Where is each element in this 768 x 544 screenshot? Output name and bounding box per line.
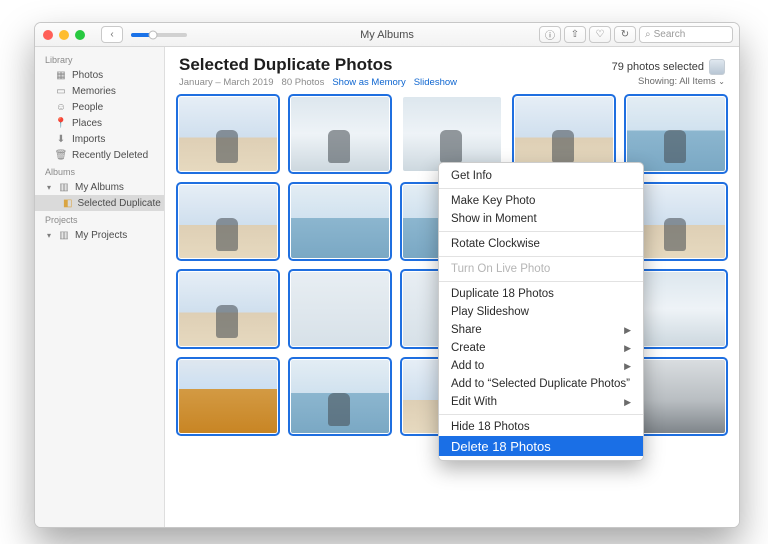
menu-item-show-in-moment[interactable]: Show in Moment <box>439 210 643 228</box>
menu-item-create[interactable]: Create▶ <box>439 339 643 357</box>
menu-separator <box>439 281 643 282</box>
photo-thumb[interactable] <box>179 272 277 346</box>
titlebar: ‹ My Albums ⓘ ⇧ ♡ ↻ ⌕ Search <box>35 23 739 47</box>
places-icon: 📍 <box>55 117 67 129</box>
photo-thumb[interactable] <box>627 97 725 171</box>
rotate-icon: ↻ <box>621 29 629 40</box>
sidebar-group-projects: Projects <box>35 211 164 227</box>
sidebar-item-imports[interactable]: ⬇Imports <box>35 131 164 147</box>
photo-thumb[interactable] <box>291 185 389 259</box>
zoom-slider[interactable] <box>131 33 187 37</box>
photo-thumb[interactable] <box>291 97 389 171</box>
sidebar-group-library: Library <box>35 51 164 67</box>
folder-icon: ▥ <box>58 181 70 193</box>
chevron-down-icon: ⌄ <box>718 77 725 86</box>
menu-separator <box>439 414 643 415</box>
folder-icon: ▥ <box>58 229 70 241</box>
window-title: My Albums <box>360 29 414 41</box>
favorite-button[interactable]: ♡ <box>589 26 611 43</box>
people-icon: ☺ <box>55 101 67 113</box>
toolbar-right: ⓘ ⇧ ♡ ↻ ⌕ Search <box>539 26 739 43</box>
photo-count: 80 Photos <box>282 77 325 88</box>
sidebar-item-memories[interactable]: ▭Memories <box>35 83 164 99</box>
sidebar-item-photos[interactable]: ▦Photos <box>35 67 164 83</box>
menu-item-play-slideshow[interactable]: Play Slideshow <box>439 303 643 321</box>
photo-thumb[interactable] <box>179 185 277 259</box>
show-as-memory-link[interactable]: Show as Memory <box>332 77 405 88</box>
zoom-slider-knob[interactable] <box>149 30 158 39</box>
maximize-window-button[interactable] <box>75 30 85 40</box>
menu-separator <box>439 231 643 232</box>
menu-item-add-to-album[interactable]: Add to “Selected Duplicate Photos” <box>439 375 643 393</box>
menu-item-make-key-photo[interactable]: Make Key Photo <box>439 192 643 210</box>
content-header: Selected Duplicate Photos 79 photos sele… <box>179 55 725 75</box>
search-placeholder: Search <box>654 29 686 40</box>
date-range: January – March 2019 <box>179 77 274 88</box>
photo-thumb[interactable] <box>403 97 501 171</box>
photo-thumb[interactable] <box>179 360 277 434</box>
chevron-left-icon: ‹ <box>110 29 113 40</box>
menu-item-add-to[interactable]: Add to▶ <box>439 357 643 375</box>
close-window-button[interactable] <box>43 30 53 40</box>
info-icon: ⓘ <box>545 27 555 42</box>
avatar[interactable] <box>709 59 725 75</box>
sidebar-item-recently-deleted[interactable]: 🗑Recently Deleted <box>35 147 164 163</box>
chevron-right-icon: ▶ <box>624 361 631 372</box>
menu-item-duplicate[interactable]: Duplicate 18 Photos <box>439 285 643 303</box>
photo-thumb[interactable] <box>515 97 613 171</box>
share-button[interactable]: ⇧ <box>564 26 586 43</box>
menu-item-edit-with[interactable]: Edit With▶ <box>439 393 643 411</box>
sidebar-item-my-projects[interactable]: ▾▥My Projects <box>35 227 164 243</box>
sidebar-group-albums: Albums <box>35 163 164 179</box>
search-input[interactable]: ⌕ Search <box>639 26 733 43</box>
rotate-button[interactable]: ↻ <box>614 26 636 43</box>
photo-thumb[interactable] <box>179 97 277 171</box>
sidebar-item-selected-duplicate-photos[interactable]: ◧Selected Duplicate Photos <box>35 195 164 211</box>
menu-separator <box>439 188 643 189</box>
sidebar-item-my-albums[interactable]: ▾▥My Albums <box>35 179 164 195</box>
slideshow-link[interactable]: Slideshow <box>414 77 457 88</box>
selection-count: 79 photos selected <box>612 59 725 75</box>
memories-icon: ▭ <box>55 85 67 97</box>
menu-item-rotate-clockwise[interactable]: Rotate Clockwise <box>439 235 643 253</box>
menu-item-turn-on-live-photo: Turn On Live Photo <box>439 260 643 278</box>
menu-separator <box>439 256 643 257</box>
imports-icon: ⬇ <box>55 133 67 145</box>
menu-item-delete[interactable]: Delete 18 Photos <box>439 436 643 456</box>
photo-thumb[interactable] <box>291 360 389 434</box>
menu-item-share[interactable]: Share▶ <box>439 321 643 339</box>
photo-thumb[interactable] <box>291 272 389 346</box>
menu-item-get-info[interactable]: Get Info <box>439 167 643 185</box>
sidebar-item-places[interactable]: 📍Places <box>35 115 164 131</box>
minimize-window-button[interactable] <box>59 30 69 40</box>
photos-icon: ▦ <box>55 69 67 81</box>
chevron-right-icon: ▶ <box>624 397 631 408</box>
back-button[interactable]: ‹ <box>101 26 123 43</box>
sidebar-item-people[interactable]: ☺People <box>35 99 164 115</box>
album-icon: ◧ <box>63 197 72 209</box>
info-button[interactable]: ⓘ <box>539 26 561 43</box>
context-menu: Get Info Make Key Photo Show in Moment R… <box>438 162 644 461</box>
chevron-right-icon: ▶ <box>624 343 631 354</box>
chevron-right-icon: ▶ <box>624 325 631 336</box>
heart-icon: ♡ <box>596 29 605 40</box>
disclosure-triangle-icon[interactable]: ▾ <box>45 231 53 240</box>
menu-item-hide[interactable]: Hide 18 Photos <box>439 418 643 436</box>
window-controls <box>43 30 85 40</box>
search-icon: ⌕ <box>645 29 651 40</box>
disclosure-triangle-icon[interactable]: ▾ <box>45 183 53 192</box>
sidebar: Library ▦Photos ▭Memories ☺People 📍Place… <box>35 47 165 527</box>
share-icon: ⇧ <box>571 29 579 40</box>
trash-icon: 🗑 <box>55 149 67 161</box>
page-title: Selected Duplicate Photos <box>179 55 393 75</box>
